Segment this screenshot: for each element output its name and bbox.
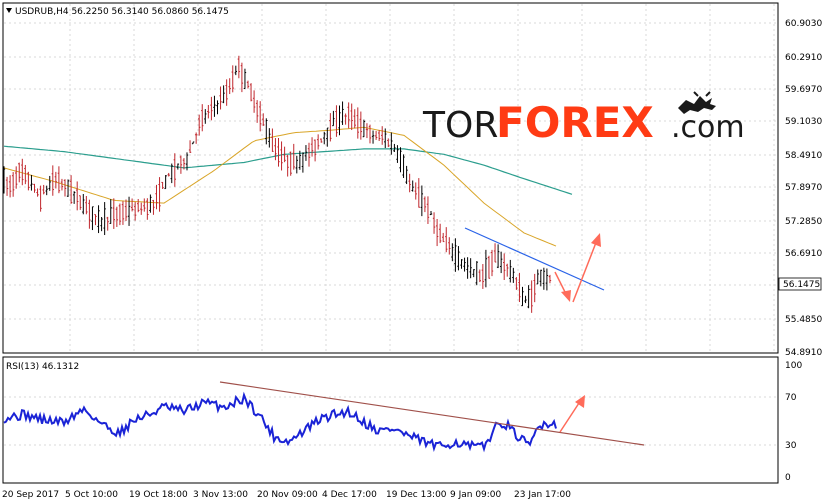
price-panel-title: USDRUB,H4 56.2250 56.3140 56.0860 56.147… <box>15 7 229 17</box>
price-title-marker: USDRUB,H4 56.2250 56.3140 56.0860 56.147… <box>6 7 229 17</box>
rsi-panel-title: RSI(13) 46.1312 <box>6 362 79 372</box>
rsi-tick-label: 70 <box>785 393 797 403</box>
price-axis: 60.9030 60.2910 59.6970 59.1030 58.4910 … <box>785 19 822 358</box>
y-tick-label: 60.2910 <box>785 53 822 63</box>
y-tick-label: 57.8970 <box>785 183 822 193</box>
rsi-axis: 100 70 30 0 <box>785 361 802 483</box>
rsi-tick-label: 0 <box>785 473 791 483</box>
current-price-label: 56.1475 <box>783 280 820 290</box>
y-tick-label: 59.1030 <box>785 117 822 127</box>
y-tick-label: 57.2850 <box>785 217 822 227</box>
logo-text-com: .com <box>671 110 745 145</box>
time-axis: 20 Sep 2017 5 Oct 10:00 19 Oct 18:00 3 N… <box>2 490 571 500</box>
time-tick-label: 23 Jan 17:00 <box>514 490 571 500</box>
y-tick-label: 56.6910 <box>785 249 822 259</box>
y-tick-label: 55.4850 <box>785 315 822 325</box>
y-tick-label: 59.6970 <box>785 85 822 95</box>
rsi-tick-label: 100 <box>785 361 802 371</box>
time-tick-label: 19 Oct 18:00 <box>129 490 188 500</box>
logo-text-forex: FOREX <box>496 98 654 147</box>
current-price-marker: 56.1475 <box>778 277 822 291</box>
rsi-tick-label: 30 <box>785 441 797 451</box>
logo-text-tor: TOR <box>422 105 498 146</box>
rsi-panel-frame <box>2 356 779 484</box>
time-tick-label: 20 Sep 2017 <box>2 490 59 500</box>
time-tick-label: 5 Oct 10:00 <box>65 490 118 500</box>
y-tick-label: 60.9030 <box>785 19 822 29</box>
forex-chart-window[interactable]: TOR FOREX .com 56.1475 USDRUB,H4 56.2250… <box>0 0 825 504</box>
time-tick-label: 20 Nov 09:00 <box>257 490 318 500</box>
y-tick-label: 54.8910 <box>785 348 822 358</box>
time-tick-label: 4 Dec 17:00 <box>322 490 377 500</box>
time-tick-label: 3 Nov 13:00 <box>193 490 248 500</box>
time-tick-label: 19 Dec 13:00 <box>386 490 447 500</box>
y-tick-label: 58.4910 <box>785 151 822 161</box>
time-tick-label: 9 Jan 09:00 <box>450 490 502 500</box>
